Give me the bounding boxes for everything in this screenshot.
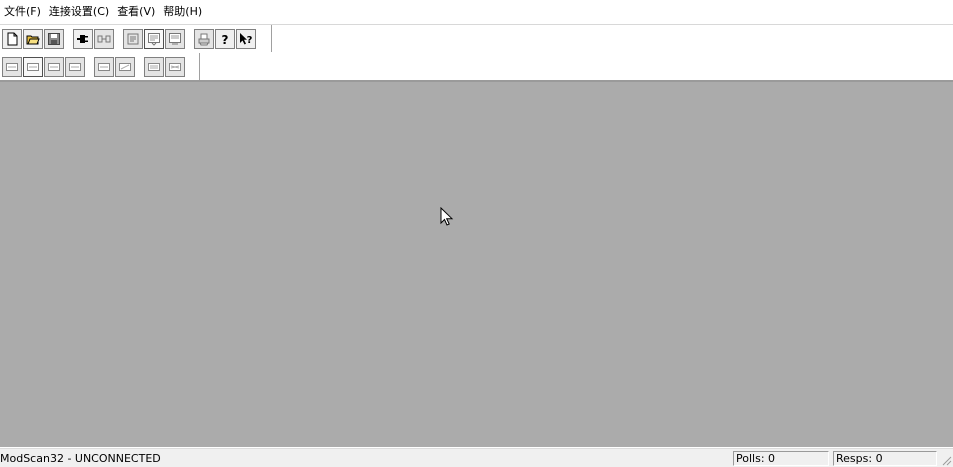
menu-bar: 文件(F) 连接设置(C) 查看(V) 帮助(H) <box>0 0 953 24</box>
window-register-button[interactable] <box>144 28 164 49</box>
window-register-icon <box>148 32 160 46</box>
display-format-float-icon <box>98 62 110 71</box>
polls-counter: Polls: 0 <box>733 451 829 466</box>
status-text: ModScan32 - UNCONNECTED <box>0 452 161 465</box>
new-document-icon <box>7 32 18 45</box>
context-help-icon: ? <box>240 32 253 46</box>
menu-connection[interactable]: 连接设置(C) <box>47 0 115 24</box>
svg-text:?: ? <box>222 33 229 46</box>
format-double-button[interactable] <box>144 56 164 77</box>
status-bar: ModScan32 - UNCONNECTED Polls: 0 Resps: … <box>0 448 953 467</box>
display-format-double-swapped-icon <box>169 62 181 71</box>
resize-grip-icon[interactable] <box>940 454 952 466</box>
display-toolbar <box>0 53 200 80</box>
print-icon <box>198 33 210 45</box>
display-config-icon <box>127 33 139 44</box>
disconnect-button[interactable] <box>94 28 114 49</box>
new-document-button[interactable] <box>2 28 22 49</box>
open-folder-icon <box>26 35 40 44</box>
format-hex-alt-button[interactable] <box>65 56 85 77</box>
display-format-binary-icon <box>6 62 18 71</box>
main-toolbar: ? ? <box>0 25 272 52</box>
format-float-swapped-button[interactable] <box>115 56 135 77</box>
connect-icon <box>77 34 88 43</box>
disconnect-icon <box>97 35 111 42</box>
display-config-button[interactable] <box>123 28 143 49</box>
display-format-float-swapped-icon <box>119 62 131 71</box>
save-disk-icon <box>48 32 60 45</box>
format-double-swapped-button[interactable] <box>165 56 185 77</box>
save-button[interactable] <box>44 28 64 49</box>
display-format-hex-alt-icon <box>69 62 81 71</box>
window-data-icon <box>169 32 181 44</box>
display-format-hex-icon <box>48 62 60 71</box>
open-file-button[interactable] <box>23 28 43 49</box>
about-help-button[interactable]: ? <box>215 28 235 49</box>
format-binary-button[interactable] <box>2 56 22 77</box>
about-help-icon: ? <box>222 33 229 46</box>
format-decimal-button[interactable] <box>23 56 43 77</box>
menu-view[interactable]: 查看(V) <box>115 0 161 24</box>
menu-file[interactable]: 文件(F) <box>2 0 47 24</box>
context-help-button[interactable]: ? <box>236 28 256 49</box>
format-hex-button[interactable] <box>44 56 64 77</box>
display-format-double-icon <box>148 62 160 71</box>
svg-text:?: ? <box>247 35 253 46</box>
format-float-button[interactable] <box>94 56 114 77</box>
print-button[interactable] <box>194 28 214 49</box>
window-data-button[interactable] <box>165 28 185 49</box>
menu-help[interactable]: 帮助(H) <box>161 0 208 24</box>
resps-counter: Resps: 0 <box>833 451 937 466</box>
connect-button[interactable] <box>73 28 93 49</box>
mouse-cursor-icon <box>440 207 454 226</box>
mdi-client-area[interactable] <box>0 82 953 447</box>
display-format-decimal-icon <box>27 62 39 71</box>
